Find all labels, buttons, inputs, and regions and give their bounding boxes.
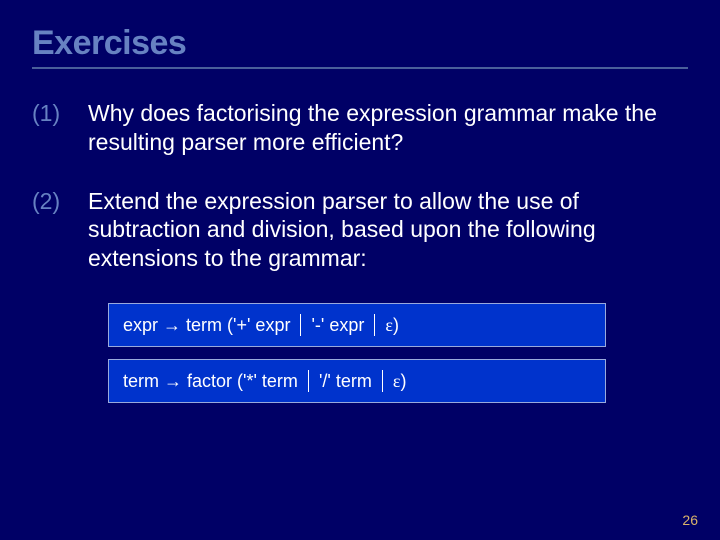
epsilon-icon: ε (385, 315, 393, 335)
grammar-alt: '/' term (319, 371, 372, 391)
exercise-item: (1) Why does factorising the expression … (32, 99, 688, 157)
title-underline (32, 67, 688, 69)
page-number: 26 (682, 512, 698, 528)
arrow-icon: → (164, 371, 182, 391)
slide-title: Exercises (32, 24, 688, 63)
grammar-lhs: expr (123, 315, 158, 335)
grammar-alt: term ('+' expr (186, 315, 290, 335)
grammar-close: ) (400, 371, 406, 391)
item-number: (2) (32, 187, 88, 216)
bar-icon (374, 314, 375, 336)
slide: Exercises (1) Why does factorising the e… (0, 0, 720, 540)
item-body: Why does factorising the expression gram… (88, 99, 688, 157)
bar-icon (308, 370, 309, 392)
grammar-rule-term: term → factor ('*' term '/' term ε) (108, 359, 606, 403)
bar-icon (382, 370, 383, 392)
grammar-block: expr → term ('+' expr '-' expr ε) term →… (108, 303, 606, 403)
exercise-item: (2) Extend the expression parser to allo… (32, 187, 688, 273)
bar-icon (300, 314, 301, 336)
arrow-icon: → (163, 315, 181, 335)
grammar-alt: factor ('*' term (187, 371, 298, 391)
grammar-close: ) (393, 315, 399, 335)
grammar-alt: '-' expr (311, 315, 364, 335)
item-body: Extend the expression parser to allow th… (88, 187, 688, 273)
item-number: (1) (32, 99, 88, 128)
grammar-rule-expr: expr → term ('+' expr '-' expr ε) (108, 303, 606, 347)
grammar-lhs: term (123, 371, 159, 391)
